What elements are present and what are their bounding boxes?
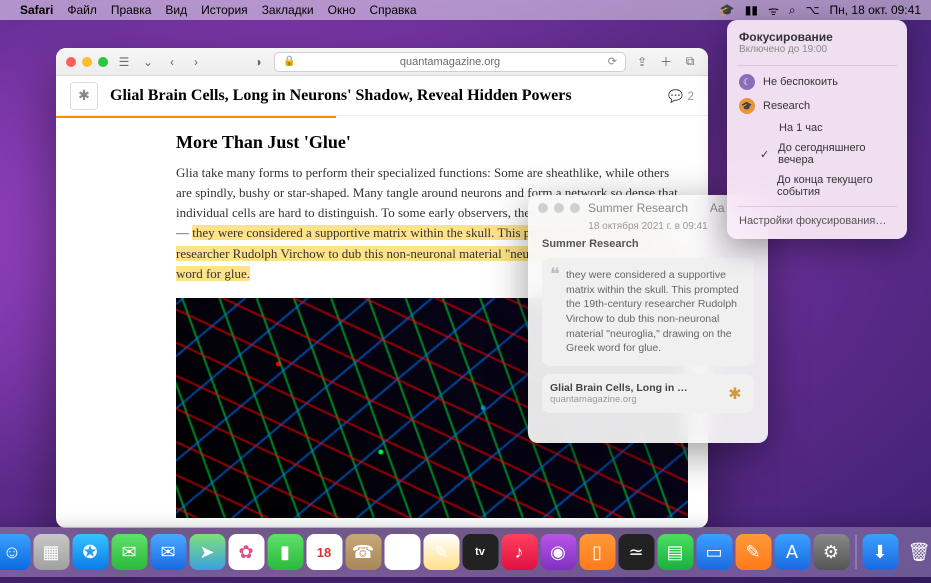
wifi-icon[interactable]: ᯤ [768, 2, 779, 19]
safari-toolbar: ☰ ⌄ ‹ › ◑ 🔒 quantamagazine.org ⟳ ⇪ ＋ ⧉ [56, 48, 708, 76]
dock-contacts-icon[interactable]: ☎ [345, 534, 381, 570]
notes-doc-title: Summer Research [542, 238, 754, 250]
dock-appstore-icon[interactable]: A [774, 534, 810, 570]
dock-podcasts-icon[interactable]: ◉ [540, 534, 576, 570]
check-icon: ✓ [759, 148, 770, 161]
menu-file[interactable]: Файл [67, 3, 97, 17]
minimize-button[interactable] [82, 57, 92, 67]
focus-option-1hour[interactable]: На 1 час [727, 118, 907, 138]
control-center-icon[interactable]: ⌥ [806, 3, 820, 17]
shield-icon[interactable]: ◑ [250, 54, 266, 70]
focus-subtitle: Включено до 19:00 [739, 44, 895, 55]
focus-opt3-label: До конца текущего события [777, 174, 895, 198]
dock: ☺▦✪✉✉➤✿▮18☎☰✎tv♪◉▯≃▤▭✎A⚙⬇🗑 [0, 527, 931, 577]
dock-stocks-icon[interactable]: ≃ [618, 534, 654, 570]
back-icon[interactable]: ‹ [164, 54, 180, 70]
minimize-button[interactable] [554, 203, 564, 213]
dock-mail-icon[interactable]: ✉ [150, 534, 186, 570]
dock-numbers-icon[interactable]: ▤ [657, 534, 693, 570]
dock-music-icon[interactable]: ♪ [501, 534, 537, 570]
format-icon[interactable]: Aa [710, 201, 725, 215]
article-subhead: More Than Just 'Glue' [176, 132, 688, 153]
article-header: ✱ Glial Brain Cells, Long in Neurons' Sh… [56, 76, 708, 116]
menu-app[interactable]: Safari [20, 3, 53, 17]
dock-separator [855, 535, 856, 569]
source-title: Glial Brain Cells, Long in … [550, 382, 716, 394]
dock-safari-icon[interactable]: ✪ [72, 534, 108, 570]
zoom-button[interactable] [98, 57, 108, 67]
lock-icon: 🔒 [283, 56, 295, 67]
dock-trash-icon[interactable]: 🗑 [901, 534, 931, 570]
menubar: Safari Файл Правка Вид История Закладки … [0, 0, 931, 20]
comments-count[interactable]: 💬 2 [668, 89, 694, 103]
moon-icon: ☾ [739, 74, 755, 90]
focus-mode-dnd[interactable]: ☾ Не беспокоить [727, 70, 907, 94]
spotlight-icon[interactable]: ⌕ [789, 3, 796, 18]
quote-text: they were considered a supportive matrix… [552, 268, 744, 356]
menubar-clock[interactable]: Пн, 18 окт. 09:41 [829, 3, 921, 17]
dock-downloads-icon[interactable]: ⬇ [862, 534, 898, 570]
dock-launchpad-icon[interactable]: ▦ [33, 534, 69, 570]
focus-opt2-label: До сегодняшнего вечера [778, 142, 895, 166]
dock-calendar-icon[interactable]: 18 [306, 534, 342, 570]
focus-mode-research[interactable]: 🎓 Research [727, 94, 907, 118]
chevron-down-icon[interactable]: ⌄ [140, 54, 156, 70]
menu-history[interactable]: История [201, 3, 248, 17]
quote-block[interactable]: ❝ they were considered a supportive matr… [542, 258, 754, 366]
dock-messages-icon[interactable]: ✉ [111, 534, 147, 570]
dock-photos-icon[interactable]: ✿ [228, 534, 264, 570]
menu-view[interactable]: Вид [165, 3, 187, 17]
source-link-card[interactable]: Glial Brain Cells, Long in … quantamagaz… [542, 374, 754, 413]
dock-tv-icon[interactable]: tv [462, 534, 498, 570]
comments-number: 2 [687, 89, 694, 103]
reload-icon[interactable]: ⟳ [608, 55, 617, 68]
focus-option-evening[interactable]: ✓ До сегодняшнего вечера [727, 138, 907, 170]
menu-window[interactable]: Окно [328, 3, 356, 17]
dock-settings-icon[interactable]: ⚙ [813, 534, 849, 570]
focus-popover: Фокусирование Включено до 19:00 ☾ Не бес… [727, 20, 907, 239]
quote-icon: ❝ [550, 262, 560, 287]
close-button[interactable] [66, 57, 76, 67]
focus-dnd-label: Не беспокоить [763, 76, 838, 88]
focus-settings-link[interactable]: Настройки фокусирования… [727, 211, 907, 231]
window-controls [66, 57, 108, 67]
focus-opt1-label: На 1 час [779, 122, 823, 134]
url-text: quantamagazine.org [400, 56, 500, 68]
dock-notes-icon[interactable]: ✎ [423, 534, 459, 570]
menu-help[interactable]: Справка [370, 3, 417, 17]
graduation-icon: 🎓 [739, 98, 755, 114]
comment-icon: 💬 [668, 89, 683, 103]
dock-reminders-icon[interactable]: ☰ [384, 534, 420, 570]
url-bar[interactable]: 🔒 quantamagazine.org ⟳ [274, 52, 626, 72]
dock-facetime-icon[interactable]: ▮ [267, 534, 303, 570]
notes-body: 18 октября 2021 г. в 09:41 Summer Resear… [528, 221, 768, 413]
dock-finder-icon[interactable]: ☺ [0, 534, 30, 570]
source-favicon: ✱ [724, 383, 746, 405]
notes-window-title: Summer Research [588, 201, 702, 215]
forward-icon[interactable]: › [188, 54, 204, 70]
menu-edit[interactable]: Правка [111, 3, 152, 17]
share-icon[interactable]: ⇪ [634, 54, 650, 70]
dock-keynote-icon[interactable]: ▭ [696, 534, 732, 570]
focus-option-event[interactable]: До конца текущего события [727, 170, 907, 202]
zoom-button[interactable] [570, 203, 580, 213]
notes-date: 18 октября 2021 г. в 09:41 [542, 221, 754, 232]
site-logo-icon[interactable]: ✱ [70, 82, 98, 110]
dock-pages-icon[interactable]: ✎ [735, 534, 771, 570]
close-button[interactable] [538, 203, 548, 213]
battery-icon[interactable]: ▮▮ [745, 3, 758, 17]
focus-header: Фокусирование Включено до 19:00 [727, 28, 907, 61]
dock-books-icon[interactable]: ▯ [579, 534, 615, 570]
focus-research-label: Research [763, 100, 810, 112]
new-tab-icon[interactable]: ＋ [658, 54, 674, 70]
dock-maps-icon[interactable]: ➤ [189, 534, 225, 570]
source-url: quantamagazine.org [550, 394, 716, 405]
article-title: Glial Brain Cells, Long in Neurons' Shad… [110, 87, 656, 105]
focus-title: Фокусирование [739, 30, 895, 44]
sidebar-icon[interactable]: ☰ [116, 54, 132, 70]
focus-status-icon[interactable]: 🎓 [720, 3, 735, 17]
menu-bookmarks[interactable]: Закладки [262, 3, 314, 17]
tabs-icon[interactable]: ⧉ [682, 54, 698, 70]
